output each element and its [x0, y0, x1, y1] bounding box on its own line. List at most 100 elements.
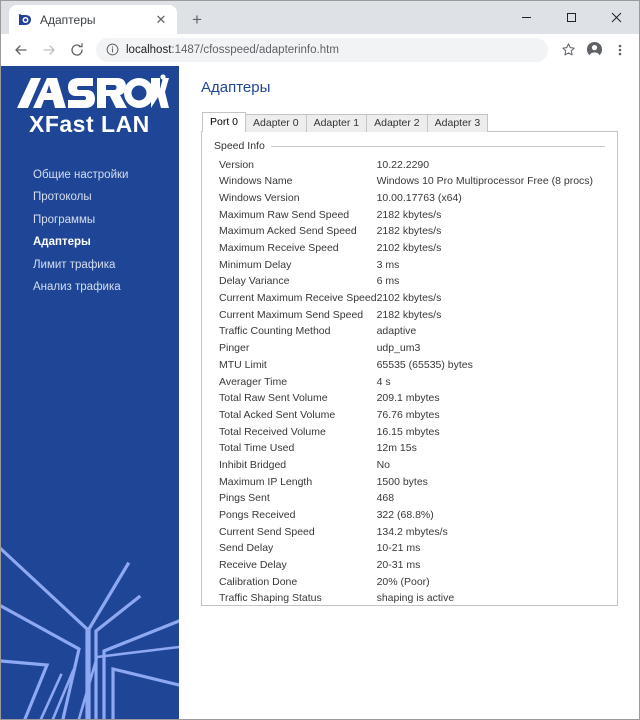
window-maximize-button[interactable] — [549, 1, 594, 33]
content-area: Адаптеры Port 0 Adapter 0 Adapter 1 Adap… — [179, 66, 639, 719]
browser-tab-strip: Адаптеры ✕ + — [1, 1, 639, 34]
speed-info-legend-label: Speed Info — [214, 140, 265, 152]
info-key: Maximum Receive Speed — [219, 242, 339, 255]
tab-adapter-3[interactable]: Adapter 3 — [426, 114, 489, 132]
sidebar-item-traffic-limit[interactable]: Лимит трафика — [33, 254, 179, 277]
info-key: Maximum Raw Send Speed — [219, 208, 350, 221]
info-value: 10-21 ms — [376, 542, 421, 555]
page-viewport: XFast LAN Общие настройки Протоколы Прог… — [1, 66, 639, 719]
table-row: Total Acked Sent Volume 76.76 mbytes — [214, 407, 605, 424]
back-arrow-icon[interactable] — [8, 37, 34, 63]
tab-close-icon[interactable]: ✕ — [153, 12, 169, 28]
info-value: 2102 kbytes/s — [376, 292, 442, 305]
info-value: 2102 kbytes/s — [376, 242, 442, 255]
info-key: Pongs Received — [219, 509, 296, 522]
asrock-logo: XFast LAN — [1, 66, 179, 136]
browser-tab-title: Адаптеры — [40, 12, 96, 27]
star-icon[interactable] — [556, 38, 580, 62]
tab-adapter-2[interactable]: Adapter 2 — [366, 114, 428, 132]
info-key: Maximum Acked Send Speed — [219, 225, 357, 238]
window-controls — [504, 1, 639, 33]
reload-icon[interactable] — [64, 37, 90, 63]
table-row: Maximum Acked Send Speed 2182 kbytes/s — [214, 223, 605, 240]
sidebar-item-protocols[interactable]: Протоколы — [33, 187, 179, 210]
table-row: Pings Sent 468 — [214, 490, 605, 507]
info-value: 2182 kbytes/s — [376, 208, 442, 221]
info-value: 10.00.17763 (x64) — [376, 191, 462, 204]
table-row: Averager Time 4 s — [214, 373, 605, 390]
table-row: Pongs Received 322 (68.8%) — [214, 507, 605, 524]
table-row: Maximum Receive Speed 2102 kbytes/s — [214, 240, 605, 257]
sidebar-nav: Общие настройки Протоколы Программы Адап… — [1, 164, 179, 299]
adapter-tab-bar: Port 0 Adapter 0 Adapter 1 Adapter 2 Ada… — [202, 112, 639, 132]
info-value: No — [376, 458, 390, 471]
info-key: Pinger — [219, 342, 250, 355]
url-path: :1487/cfosspeed/adapterinfo.htm — [171, 43, 339, 56]
info-value: 6 ms — [376, 275, 400, 288]
info-value: 3 ms — [376, 258, 400, 271]
table-row: Windows Name Windows 10 Pro Multiprocesso… — [214, 173, 605, 190]
forward-arrow-icon[interactable] — [36, 37, 62, 63]
profile-icon[interactable] — [582, 38, 606, 62]
info-value: 10.22.2290 — [376, 158, 430, 171]
page-title: Адаптеры — [201, 79, 271, 96]
table-row: Total Time Used 12m 15s — [214, 440, 605, 457]
table-row: Send Delay 10-21 ms — [214, 540, 605, 557]
table-row: Total Raw Sent Volume 209.1 mbytes — [214, 390, 605, 407]
window-close-button[interactable] — [594, 1, 639, 33]
table-row: MTU Limit 65535 (65535) bytes — [214, 357, 605, 374]
info-value: 1500 bytes — [376, 475, 428, 488]
info-key: Pings Sent — [219, 492, 270, 505]
sidebar-item-adapters[interactable]: Адаптеры — [33, 232, 179, 255]
asrock-xfast-lan-logo-icon: XFast LAN — [17, 74, 169, 136]
info-value: 134.2 mbytes/s — [376, 525, 448, 538]
sidebar: XFast LAN Общие настройки Протоколы Прог… — [1, 66, 179, 719]
sidebar-item-traffic-analysis[interactable]: Анализ трафика — [33, 277, 179, 300]
table-row: Current Maximum Receive Speed 2102 kbytes… — [214, 290, 605, 307]
table-row: Inhibit Bridged No — [214, 457, 605, 474]
info-key: Receive Delay — [219, 559, 287, 572]
info-value: 209.1 mbytes — [376, 392, 440, 405]
info-value: Windows 10 Pro Multiprocessor Free (8 pr… — [376, 175, 594, 188]
info-key: Delay Variance — [219, 275, 290, 288]
info-circle-icon[interactable] — [106, 43, 119, 56]
sidebar-item-general-settings[interactable]: Общие настройки — [33, 164, 179, 187]
new-tab-button[interactable]: + — [183, 5, 211, 33]
info-value: 20-31 ms — [376, 559, 421, 572]
url-host: localhost — [126, 43, 172, 56]
tab-adapter-1[interactable]: Adapter 1 — [305, 114, 368, 132]
tab-adapter-0[interactable]: Adapter 0 — [245, 114, 307, 132]
info-key: Calibration Done — [219, 575, 298, 588]
info-value: 468 — [376, 492, 395, 505]
info-value: udp_um3 — [376, 342, 421, 355]
info-value: 2182 kbytes/s — [376, 308, 442, 321]
info-key: Total Raw Sent Volume — [219, 392, 328, 405]
table-row: Total Received Volume 16.15 mbytes — [214, 424, 605, 441]
table-row: Traffic Shaping Status shaping is active — [214, 590, 605, 607]
info-key: Current Maximum Receive Speed — [219, 292, 377, 305]
cfosspeed-favicon-icon — [17, 12, 33, 28]
address-bar[interactable]: localhost:1487/cfosspeed/adapterinfo.htm — [96, 37, 548, 62]
info-key: Minimum Delay — [219, 258, 292, 271]
info-value: shaping is active — [376, 592, 455, 605]
window-minimize-button[interactable] — [504, 1, 549, 33]
info-value: adaptive — [376, 325, 417, 338]
info-value: 322 (68.8%) — [376, 509, 434, 522]
tab-port-0[interactable]: Port 0 — [202, 112, 247, 132]
table-row: Traffic Counting Method adaptive — [214, 323, 605, 340]
info-value: 76.76 mbytes — [376, 408, 440, 421]
three-dot-menu-icon[interactable] — [608, 38, 632, 62]
table-row: Maximum Raw Send Speed 2182 kbytes/s — [214, 207, 605, 224]
sidebar-item-programs[interactable]: Программы — [33, 209, 179, 232]
table-row: Pinger udp_um3 — [214, 340, 605, 357]
info-value: 20% (Poor) — [376, 575, 430, 588]
info-value: 12m 15s — [376, 442, 417, 455]
table-row: Minimum Delay 3 ms — [214, 257, 605, 274]
address-bar-url: localhost:1487/cfosspeed/adapterinfo.htm — [126, 44, 339, 56]
browser-tab[interactable]: Адаптеры ✕ — [9, 5, 177, 34]
table-row: Current Maximum Send Speed 2182 kbytes/s — [214, 307, 605, 324]
info-key: MTU Limit — [219, 358, 267, 371]
info-key: Version — [219, 158, 255, 171]
info-key: Windows Name — [219, 175, 293, 188]
info-key: Traffic Shaping Status — [219, 592, 322, 605]
